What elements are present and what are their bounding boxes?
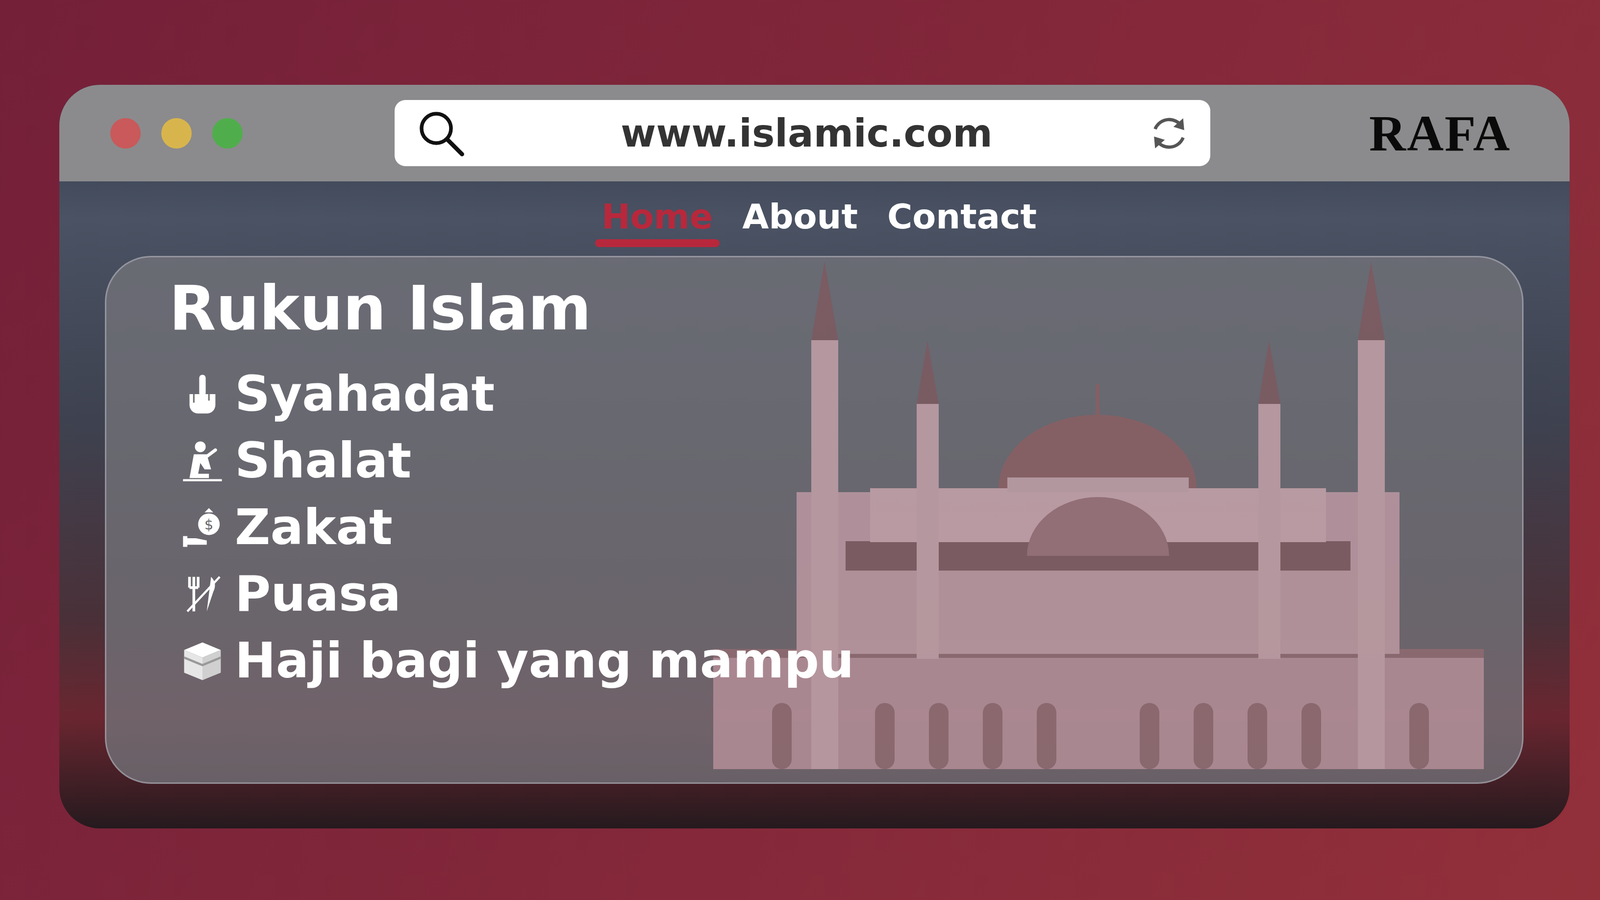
nav-item[interactable]: About [742, 196, 858, 256]
title-bar: www.islamic.com RAFA [59, 84, 1570, 182]
pillar-label: Haji bagi yang mampu [234, 631, 854, 691]
money-bag-icon: $ [180, 505, 225, 550]
pillar-item: Shalat [180, 431, 1483, 491]
address-bar[interactable]: www.islamic.com [394, 100, 1211, 167]
close-button[interactable] [110, 118, 141, 149]
active-underline [595, 239, 720, 248]
hand-icon [180, 372, 225, 416]
maximize-button[interactable] [212, 118, 243, 149]
mosque-illustration [713, 261, 1484, 770]
pillar-item: Puasa [180, 564, 1483, 624]
pillar-label: Puasa [234, 564, 401, 624]
kaaba-icon [180, 639, 225, 683]
cutlery-icon [180, 572, 225, 616]
pillar-item: Syahadat [180, 364, 1483, 424]
url-text: www.islamic.com [465, 111, 1148, 156]
prayer-icon [180, 439, 225, 483]
pillar-item: $ Zakat [180, 498, 1483, 557]
pillar-label: Zakat [234, 498, 393, 557]
page-content: Home About Contact Rukun Islam Syahadat Shala… [59, 181, 1570, 829]
logo[interactable]: RAFA [1369, 103, 1511, 163]
reload-icon[interactable] [1147, 111, 1191, 155]
pillar-label: Syahadat [234, 364, 495, 424]
page: www.islamic.comRAFAHomeAboutContactRukun… [0, 0, 1600, 900]
minimize-button[interactable] [161, 118, 192, 149]
nav-item[interactable]: Contact [887, 196, 1037, 256]
nav-bar: Home About Contact [114, 181, 1524, 256]
browser-window: www.islamic.comRAFAHomeAboutContactRukun… [59, 84, 1570, 829]
window-controls [110, 118, 395, 149]
pillar-label: Shalat [234, 431, 412, 491]
content-card: Rukun Islam Syahadat Shalat $ Zakat Puasa Haji… [104, 255, 1524, 784]
search-icon [416, 108, 466, 158]
nav-item[interactable]: Home [601, 196, 713, 256]
svg-text:$: $ [204, 516, 214, 533]
pillar-item: Haji bagi yang mampu [180, 631, 1483, 691]
card-title: Rukun Islam [169, 272, 1483, 346]
pillar-list: Syahadat Shalat $ Zakat Puasa Haji bagi yang … [169, 364, 1483, 691]
